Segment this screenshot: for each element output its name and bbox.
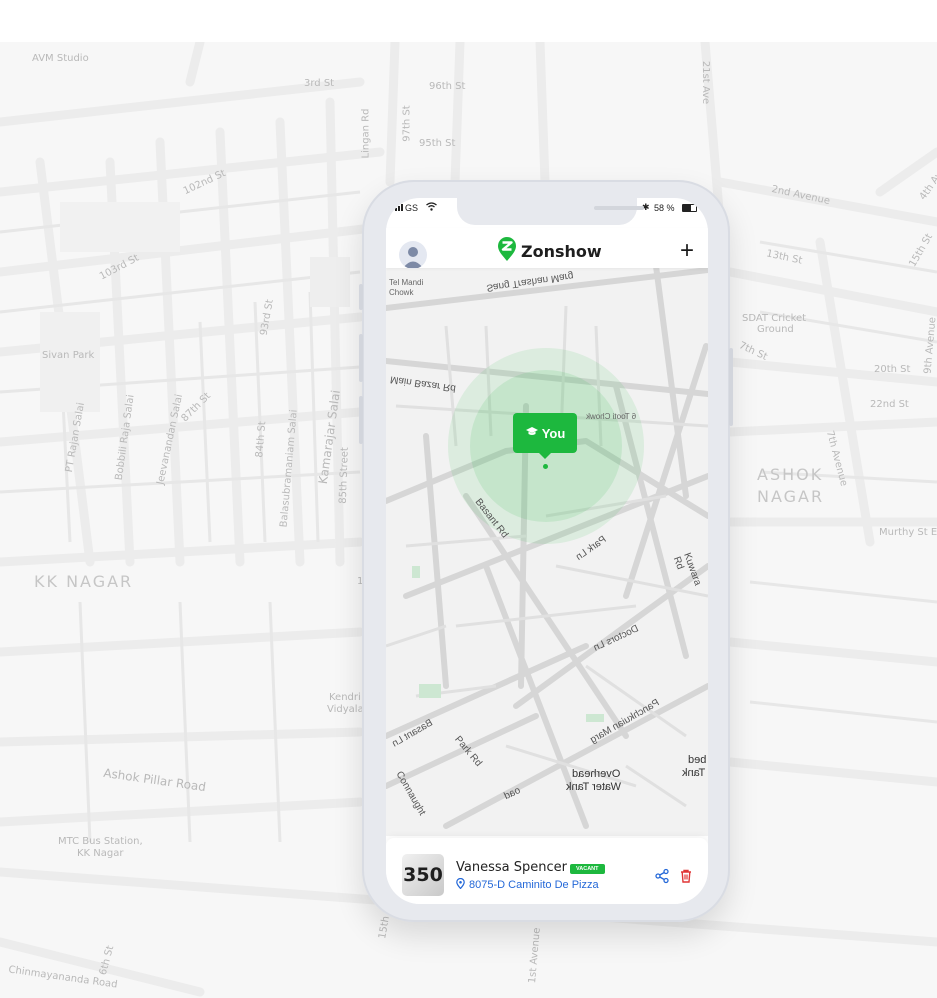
mute-switch [359, 284, 363, 310]
add-button[interactable]: + [676, 239, 698, 263]
lot-number: 350 [402, 854, 444, 896]
map-label: SDAT Cricket [742, 313, 807, 324]
phone-screen: GS ✱ 58 % Zonshow + Sang Trashan Marg Te… [386, 198, 708, 904]
map-label: Lingan Rd [360, 108, 372, 159]
area-label: ASHOK [757, 465, 824, 484]
area-label: NAGAR [757, 487, 825, 506]
map-street-label: bed [688, 754, 707, 766]
current-location-dot [543, 464, 548, 469]
trash-icon[interactable] [678, 868, 694, 884]
map-view[interactable] [386, 266, 708, 836]
carrier-label: GS [405, 203, 419, 213]
location-pin-icon [456, 877, 465, 892]
map-label: KK Nagar [77, 848, 124, 859]
map-label: 21st Ave [700, 60, 712, 105]
listing-address[interactable]: 8075-D Caminito De Pizza [456, 877, 599, 892]
map-label: MTC Bus Station, [58, 836, 143, 847]
address-text: 8075-D Caminito De Pizza [469, 879, 599, 891]
graduation-cap-icon [525, 426, 539, 441]
brand-logo-icon [496, 236, 518, 267]
map-label: 85th Street [337, 447, 351, 504]
map-label: Vidyala [327, 704, 364, 715]
map-label: 95th St [419, 138, 456, 149]
map-label: 97th St [401, 105, 413, 142]
map-street-label: Chowk [389, 288, 414, 297]
map-label: 22nd St [870, 399, 909, 410]
volume-up-button [359, 334, 363, 382]
map-street-label: Tel Mandi [389, 278, 424, 287]
battery-icon [682, 204, 697, 212]
power-button [729, 348, 733, 426]
phone-frame: GS ✱ 58 % Zonshow + Sang Trashan Marg Te… [359, 180, 733, 922]
brand-name: Zonshow [521, 241, 602, 261]
volume-down-button [359, 396, 363, 444]
map-label: 3rd St [304, 78, 335, 89]
status-badge: VACANT [570, 864, 605, 874]
signal-icon [395, 204, 403, 211]
avatar-icon[interactable] [399, 241, 427, 269]
battery-percentage: 58 % [654, 203, 675, 213]
listing-name: Vanessa Spencer [456, 860, 567, 875]
map-label: Kendri [329, 692, 361, 703]
map-street-label: 6 Tooti Chowk [586, 412, 637, 421]
map-label: Ground [757, 324, 794, 335]
map-label: AVM Studio [32, 53, 89, 64]
share-icon[interactable] [654, 868, 670, 884]
map-label: 96th St [429, 81, 466, 92]
app-header: Zonshow + [386, 228, 708, 269]
brand-logo: Zonshow [496, 236, 602, 267]
map-street-label: Water Tank [566, 781, 622, 793]
map-label: Sivan Park [42, 350, 95, 361]
wifi-icon [426, 202, 437, 213]
area-label: KK NAGAR [34, 572, 134, 591]
you-label: You [541, 425, 566, 441]
map-label: 20th St [874, 364, 911, 375]
map-label: Murthy St E [879, 527, 937, 538]
map-street-label: Tank [682, 767, 706, 779]
notch [457, 198, 644, 225]
speaker-grille [594, 206, 644, 210]
map-street-label: Overhead [572, 768, 621, 780]
listing-card[interactable]: 350 Vanessa Spencer VACANT 8075-D Camini… [386, 838, 708, 904]
you-location-pin[interactable]: You [513, 413, 577, 459]
